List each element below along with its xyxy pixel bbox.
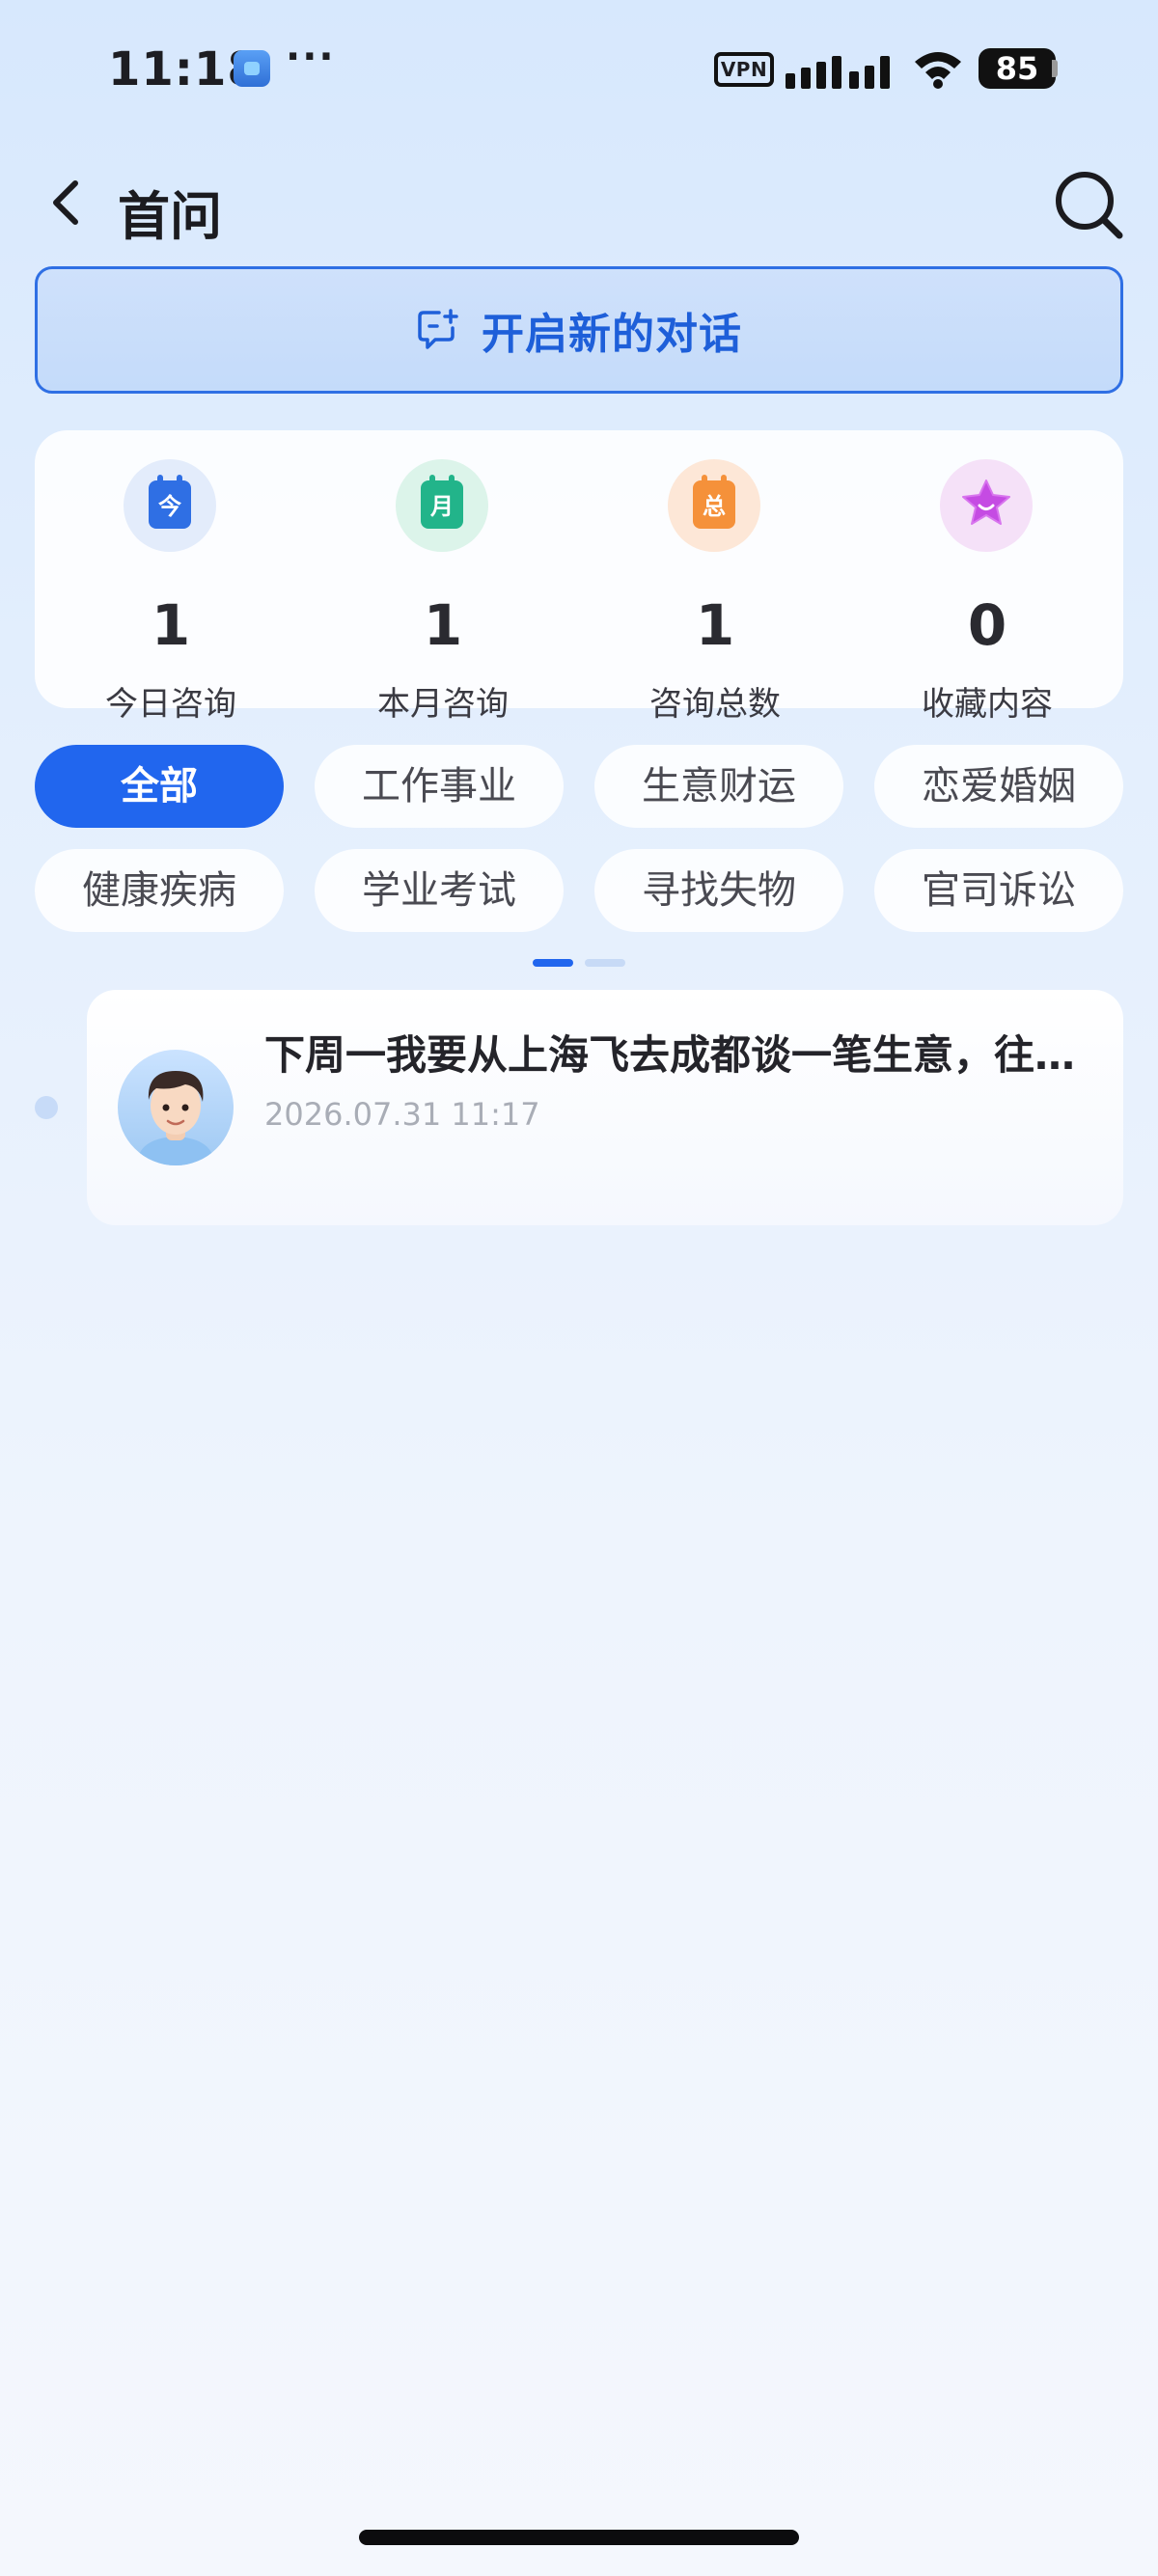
tab-lost-items[interactable]: 寻找失物	[594, 849, 843, 932]
tab-health[interactable]: 健康疾病	[35, 849, 284, 932]
home-indicator[interactable]	[359, 2530, 799, 2545]
chat-plus-icon	[418, 309, 458, 349]
tab-all[interactable]: 全部	[35, 745, 284, 828]
battery-tip	[1052, 60, 1058, 77]
tab-love-marriage[interactable]: 恋爱婚姻	[874, 745, 1123, 828]
tab-lawsuit[interactable]: 官司诉讼	[874, 849, 1123, 932]
stat-value: 1	[151, 592, 191, 658]
stat-label: 本月咨询	[377, 685, 509, 724]
history-title: 下周一我要从上海飞去成都谈一笔生意，往…	[264, 1031, 1076, 1079]
status-bar: 11:18 ··· VPN 85	[0, 0, 1158, 135]
wifi-icon	[915, 52, 961, 89]
app-notification-icon	[234, 50, 270, 87]
page-indicator-active	[533, 959, 573, 967]
tab-exams[interactable]: 学业考试	[315, 849, 564, 932]
stat-value: 1	[423, 592, 463, 658]
stat-label: 今日咨询	[105, 685, 236, 724]
stats-card: 今 1 今日咨询 月 1 本月咨询 总 1 咨询总数 0 收藏内容	[35, 430, 1123, 724]
stat-favorites[interactable]: 0 收藏内容	[851, 459, 1123, 724]
tab-business-fortune[interactable]: 生意财运	[594, 745, 843, 828]
history-item[interactable]: 下周一我要从上海飞去成都谈一笔生意，往… 2026.07.31 11:17	[87, 990, 1123, 1225]
more-notifications-icon: ···	[286, 35, 336, 79]
vpn-icon: VPN	[714, 52, 774, 87]
new-chat-label: 开启新的对话	[482, 310, 742, 359]
stat-label: 收藏内容	[922, 685, 1053, 724]
chevron-left-icon[interactable]	[39, 174, 96, 232]
stat-label: 咨询总数	[649, 685, 781, 724]
stat-total[interactable]: 总 1 咨询总数	[579, 459, 851, 724]
tab-career[interactable]: 工作事业	[315, 745, 564, 828]
battery-icon: 85	[979, 48, 1056, 89]
new-chat-button[interactable]: 开启新的对话	[35, 266, 1123, 394]
stat-month[interactable]: 月 1 本月咨询	[307, 459, 579, 724]
top-bar: 首问	[0, 154, 1158, 251]
timeline-dot	[35, 1096, 58, 1119]
calendar-month-icon: 月	[396, 459, 488, 552]
history-timestamp: 2026.07.31 11:17	[264, 1096, 540, 1133]
calendar-total-icon: 总	[668, 459, 760, 552]
page-title: 首问	[118, 186, 222, 247]
avatar	[118, 1050, 234, 1165]
calendar-today-icon: 今	[124, 459, 216, 552]
search-icon[interactable]	[1048, 164, 1129, 245]
stat-value: 0	[967, 592, 1007, 658]
signal-icon	[786, 50, 896, 89]
page-indicator	[585, 959, 625, 967]
stat-today[interactable]: 今 1 今日咨询	[35, 459, 307, 724]
star-icon	[940, 459, 1033, 552]
stat-value: 1	[695, 592, 735, 658]
